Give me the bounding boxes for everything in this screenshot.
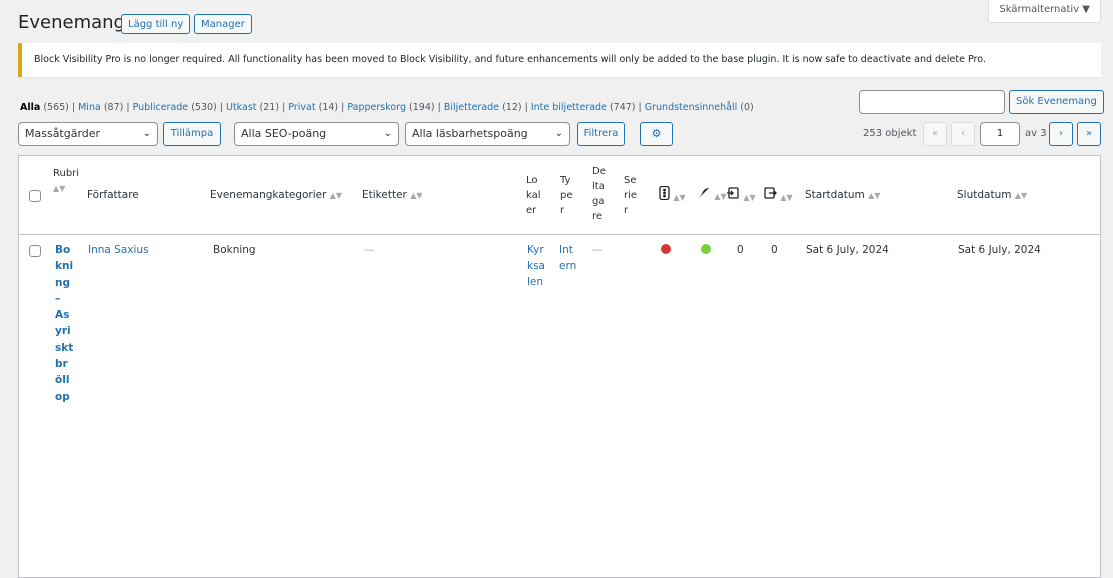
search-button[interactable]: Sök Evenemang <box>1009 90 1104 114</box>
column-incoming-links[interactable]: ▲▼ <box>763 186 793 203</box>
type-link[interactable]: Int ern <box>559 242 576 274</box>
location-link[interactable]: Kyr ksa len <box>527 242 545 290</box>
column-categories[interactable]: Evenemangkategorier ▲▼ <box>210 189 342 201</box>
view-drafts[interactable]: Utkast <box>226 102 257 113</box>
end-date-cell: Sat 6 July, 2024 <box>958 244 1041 256</box>
column-readability[interactable]: ▲▼ <box>698 186 727 202</box>
sort-icon: ▲▼ <box>410 191 423 200</box>
events-table: Rubri ▲▼ Författare Evenemangkategorier … <box>18 155 1101 578</box>
item-count: 253 objekt <box>863 128 917 139</box>
participants-cell: — <box>592 244 603 256</box>
total-pages: av 3 <box>1025 128 1047 139</box>
view-private[interactable]: Privat <box>288 102 315 113</box>
seo-score-indicator <box>661 244 671 254</box>
readability-filter-select[interactable]: Alla läsbarhetspoäng ⌄ <box>405 122 570 146</box>
next-page-button[interactable]: › <box>1049 122 1073 146</box>
sort-icon: ▲▼ <box>780 193 793 202</box>
page-title: Evenemang <box>18 12 125 33</box>
select-all-checkbox[interactable] <box>29 190 41 202</box>
sort-icon: ▲▼ <box>1014 191 1028 200</box>
column-title[interactable]: Rubri ▲▼ <box>53 166 79 196</box>
row-checkbox[interactable] <box>29 245 41 257</box>
bulk-actions-select[interactable]: Massåtgärder ⌄ <box>18 122 158 146</box>
tags-cell: — <box>364 244 375 256</box>
event-title-link[interactable]: Bo kni ng – As yri skt br öll op <box>55 242 73 405</box>
screen-options-button[interactable]: Skärmalternativ ▼ <box>988 0 1101 23</box>
category-cell: Bokning <box>213 244 256 256</box>
last-page-button[interactable]: » <box>1077 122 1101 146</box>
column-seo-score[interactable]: ▲▼ <box>659 185 686 203</box>
chevron-down-icon: ⌄ <box>142 128 151 139</box>
sort-icon: ▲▼ <box>714 192 727 201</box>
view-trash[interactable]: Papperskorg <box>347 102 406 113</box>
manager-button[interactable]: Manager <box>194 14 252 34</box>
table-header: Rubri ▲▼ Författare Evenemangkategorier … <box>19 156 1100 235</box>
chevron-down-icon: ⌄ <box>383 128 392 139</box>
column-outgoing-links[interactable]: ▲▼ <box>726 186 756 203</box>
plugin-notice: Block Visibility Pro is no longer requir… <box>18 43 1101 77</box>
view-not-ticketed[interactable]: Inte biljetterade <box>531 102 607 113</box>
sort-icon: ▲▼ <box>673 193 686 202</box>
seo-filter-select[interactable]: Alla SEO-poäng ⌄ <box>234 122 399 146</box>
feather-icon <box>698 188 714 202</box>
view-all[interactable]: Alla <box>20 102 40 113</box>
column-participants: De lta ga re <box>592 166 606 222</box>
sort-icon: ▲▼ <box>329 191 343 200</box>
readability-indicator <box>701 244 711 254</box>
incoming-links-count: 0 <box>771 244 778 256</box>
outgoing-link-icon <box>726 187 743 203</box>
column-tags[interactable]: Etiketter ▲▼ <box>362 189 423 201</box>
chevron-down-icon: ⌄ <box>554 128 563 139</box>
view-published[interactable]: Publicerade <box>133 102 189 113</box>
traffic-light-icon <box>659 185 673 203</box>
view-cornerstone[interactable]: Grundstensinnehåll <box>645 102 737 113</box>
prev-page-button[interactable]: ‹ <box>951 122 975 146</box>
start-date-cell: Sat 6 July, 2024 <box>806 244 889 256</box>
sort-icon: ▲▼ <box>743 193 756 202</box>
search-input[interactable] <box>859 90 1005 114</box>
status-views: Alla (565) | Mina (87) | Publicerade (53… <box>20 102 754 113</box>
column-series: Se rie r <box>624 175 638 216</box>
gear-icon[interactable]: ⚙ <box>640 122 673 146</box>
column-author: Författare <box>87 189 139 201</box>
sort-icon: ▲▼ <box>868 191 881 200</box>
add-new-button[interactable]: Lägg till ny <box>121 14 191 34</box>
outgoing-links-count: 0 <box>737 244 744 256</box>
column-locations: Lo kal er <box>526 175 541 216</box>
apply-button[interactable]: Tillämpa <box>163 122 221 146</box>
current-page-input[interactable]: 1 <box>980 122 1020 146</box>
incoming-link-icon <box>763 187 780 203</box>
view-ticketed[interactable]: Biljetterade <box>444 102 499 113</box>
column-start-date[interactable]: Startdatum ▲▼ <box>805 189 880 201</box>
view-mine[interactable]: Mina <box>78 102 101 113</box>
filter-button[interactable]: Filtrera <box>577 122 625 146</box>
column-types: Ty pe r <box>560 175 573 216</box>
sort-icon: ▲▼ <box>53 184 66 193</box>
column-end-date[interactable]: Slutdatum ▲▼ <box>957 189 1027 201</box>
first-page-button[interactable]: « <box>923 122 947 146</box>
author-link[interactable]: Inna Saxius <box>88 244 149 256</box>
